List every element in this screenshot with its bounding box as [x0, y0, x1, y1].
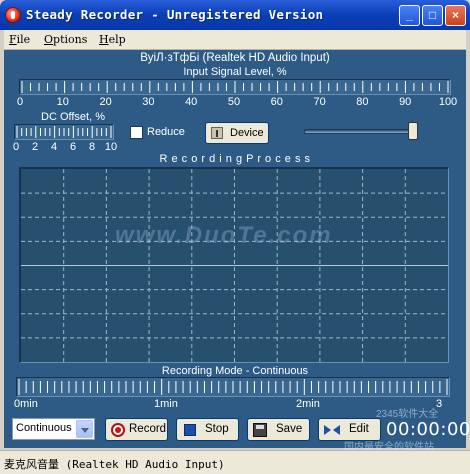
time-tick-label: 2min	[296, 398, 320, 410]
status-text: 麦克风音量 (Realtek HD Audio Input)	[4, 458, 225, 471]
save-button[interactable]: Save	[247, 418, 310, 441]
close-button[interactable]: ×	[445, 5, 466, 26]
time-scale	[16, 377, 450, 397]
recording-process-label: R e c o r d i n g P r o c e s s	[159, 153, 311, 165]
tick-label: 60	[270, 96, 283, 108]
maximize-icon: □	[428, 8, 437, 22]
tick-label: 100	[438, 96, 458, 108]
device-button[interactable]: Device	[205, 122, 269, 144]
tick-label: 6	[69, 141, 77, 153]
elapsed-timer: 00:00:00	[386, 419, 470, 440]
reduce-label: Reduce	[147, 126, 185, 138]
floppy-save-icon	[253, 423, 267, 437]
record-button[interactable]: Record	[105, 418, 168, 441]
record-icon	[111, 423, 125, 437]
tick-label: 10	[104, 141, 118, 153]
tick-label: 30	[142, 96, 155, 108]
title-bar[interactable]: Steady Recorder - Unregistered Version _…	[0, 0, 470, 30]
device-name-header: ВуіЛ·зТфБі (Realtek HD Audio Input)	[140, 52, 330, 64]
watermark-text: www.DuoTe.com	[115, 222, 333, 249]
tick-label: 8	[88, 141, 96, 153]
tick-label: 40	[185, 96, 198, 108]
time-tick-label: 1min	[154, 398, 178, 410]
tick-label: 2	[31, 141, 39, 153]
device-button-label: Device	[230, 127, 264, 139]
chevron-down-icon[interactable]	[76, 420, 93, 438]
minimize-icon: _	[406, 8, 413, 22]
volume-slider-track[interactable]	[304, 129, 416, 134]
corner-watermark-top: 2345软件大全	[376, 409, 439, 420]
tick-label: 90	[399, 96, 412, 108]
tick-label: 70	[313, 96, 326, 108]
recording-mode-label: Recording Mode - Continuous	[161, 365, 309, 377]
recording-mode-value: Continuous	[16, 422, 72, 434]
tick-label: 80	[356, 96, 369, 108]
time-scale-ticks	[18, 379, 448, 395]
tick-label: 50	[227, 96, 241, 108]
menu-options[interactable]: Options	[44, 33, 87, 46]
app-record-icon[interactable]	[5, 7, 21, 23]
main-panel: ВуіЛ·зТфБі (Realtek HD Audio Input) Inpu…	[4, 50, 470, 453]
status-bar: 麦克风音量 (Realtek HD Audio Input)	[0, 450, 470, 474]
save-button-label: Save	[276, 423, 303, 435]
stop-button-label: Stop	[205, 423, 229, 435]
waveform-grid	[21, 169, 448, 362]
record-button-label: Record	[129, 423, 167, 435]
dc-offset-meter	[14, 124, 114, 140]
menu-help[interactable]: Help	[99, 33, 126, 46]
tick-label: 0	[16, 96, 24, 108]
tick-label: 4	[50, 141, 58, 153]
device-icon	[211, 127, 223, 139]
stop-icon	[184, 424, 196, 436]
volume-slider-thumb[interactable]	[408, 122, 418, 140]
reduce-checkbox[interactable]	[130, 126, 143, 139]
tick-label: 0	[12, 141, 20, 153]
recording-mode-select[interactable]: Continuous	[12, 418, 95, 440]
input-level-label: Input Signal Level, %	[183, 66, 287, 78]
dc-offset-ticks	[16, 126, 112, 138]
dc-offset-label: DC Offset, %	[41, 111, 105, 123]
maximize-button[interactable]: □	[422, 5, 443, 26]
window-title: Steady Recorder - Unregistered Version	[26, 7, 324, 22]
stop-button[interactable]: Stop	[176, 418, 239, 441]
minimize-button[interactable]: _	[399, 5, 420, 26]
menu-bar: File Options Help	[4, 30, 466, 50]
edit-arrows-icon	[324, 423, 342, 437]
edit-button-label: Edit	[349, 423, 369, 435]
tick-label: 10	[56, 96, 69, 108]
recording-waveform-area: www.DuoTe.com	[19, 167, 449, 363]
input-level-ticks	[21, 81, 449, 93]
time-tick-label: 0min	[14, 398, 38, 410]
tick-label: 20	[99, 96, 112, 108]
menu-file[interactable]: File	[9, 33, 30, 46]
input-level-meter	[19, 79, 451, 95]
close-icon: ×	[451, 8, 459, 22]
